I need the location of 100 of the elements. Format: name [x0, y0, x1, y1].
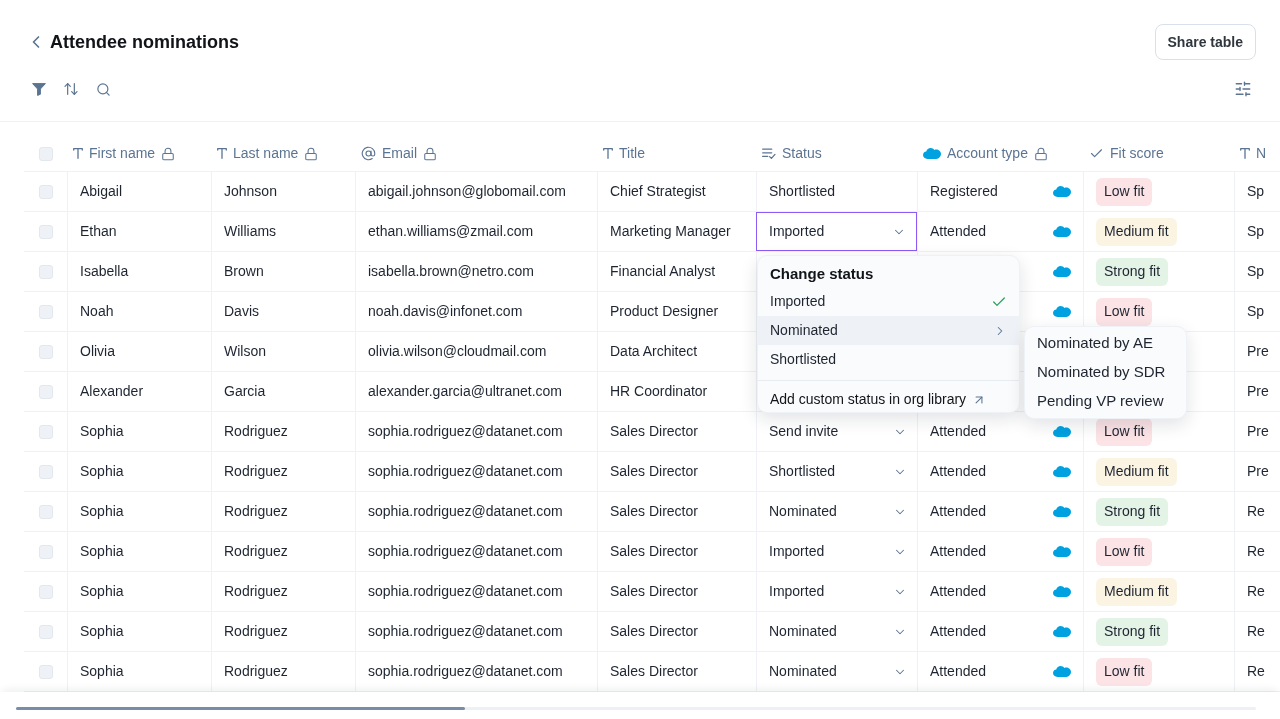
fit-score-tag: Low fit: [1096, 177, 1153, 206]
sliders-icon: [1234, 80, 1252, 98]
search-icon: [95, 81, 111, 97]
table-cell: Sophia: [67, 492, 211, 531]
cell-text: Attended: [930, 622, 987, 641]
search-button[interactable]: [94, 80, 112, 98]
table-cell: ethan.williams@zmail.com: [355, 212, 597, 251]
table-cell: Sales Director: [597, 532, 756, 571]
page-title: Attendee nominations: [50, 30, 239, 54]
table-cell: Pre: [1234, 412, 1280, 451]
row-checkbox[interactable]: [38, 464, 53, 479]
filter-button[interactable]: [30, 80, 48, 98]
row-checkbox[interactable]: [38, 584, 53, 599]
column-header[interactable]: First name: [89, 143, 156, 164]
table-cell: isabella.brown@netro.com: [355, 252, 597, 291]
status-select[interactable]: Nominated: [757, 612, 917, 651]
table-cell: Product Designer: [597, 292, 756, 331]
text-type-icon: [603, 148, 613, 159]
row-checkbox[interactable]: [38, 424, 53, 439]
column-header[interactable]: Status: [782, 143, 822, 164]
column-header[interactable]: N: [1256, 143, 1267, 164]
status-select[interactable]: Nominated: [757, 492, 917, 531]
submenu-item[interactable]: Nominated by AE: [1025, 329, 1186, 358]
table-cell: Financial Analyst: [597, 252, 756, 291]
row-checkbox[interactable]: [38, 504, 53, 519]
select-all-checkbox[interactable]: [38, 146, 53, 161]
table-cell: Sales Director: [597, 452, 756, 491]
table-cell: Wilson: [211, 332, 355, 371]
table-cell: Sales Director: [597, 612, 756, 651]
column-header[interactable]: Title: [619, 143, 645, 164]
status-select[interactable]: Imported: [757, 532, 917, 571]
row-checkbox[interactable]: [38, 224, 53, 239]
fit-score-tag: Medium fit: [1096, 577, 1177, 606]
table-cell: Rodriguez: [211, 412, 355, 451]
table-cell: Rodriguez: [211, 492, 355, 531]
table-cell: Abigail: [67, 172, 211, 211]
scrollbar-thumb[interactable]: [16, 707, 465, 710]
status-select[interactable]: Send invite: [757, 412, 917, 451]
menu-item[interactable]: Nominated: [758, 316, 1019, 345]
add-custom-status-link[interactable]: Add custom status in org library: [758, 387, 1019, 412]
table-cell: sophia.rodriguez@datanet.com: [355, 492, 597, 531]
status-select[interactable]: Shortlisted: [757, 452, 917, 491]
row-checkbox[interactable]: [38, 184, 53, 199]
table-cell: Pre: [1234, 452, 1280, 491]
table-cell: Rodriguez: [211, 612, 355, 651]
table-cell: Isabella: [67, 252, 211, 291]
table-cell: Ethan: [67, 212, 211, 251]
table-cell: Pre: [1234, 372, 1280, 411]
table-cell: Olivia: [67, 332, 211, 371]
column-header[interactable]: Fit score: [1110, 143, 1164, 164]
fit-score-tag: Low fit: [1096, 297, 1153, 326]
column-header[interactable]: Account type: [947, 143, 1028, 164]
table-cell: Rodriguez: [211, 572, 355, 611]
row-checkbox[interactable]: [38, 264, 53, 279]
sort-button[interactable]: [62, 80, 80, 98]
table-cell: Sp: [1234, 172, 1280, 211]
table-cell: sophia.rodriguez@datanet.com: [355, 572, 597, 611]
table-cell: abigail.johnson@globomail.com: [355, 172, 597, 211]
row-checkbox[interactable]: [38, 544, 53, 559]
row-checkbox[interactable]: [38, 664, 53, 679]
row-checkbox[interactable]: [38, 384, 53, 399]
view-settings-button[interactable]: [1234, 80, 1252, 98]
status-select[interactable]: Imported: [756, 212, 917, 251]
table-cell: HR Coordinator: [597, 372, 756, 411]
fit-score-tag: Medium fit: [1096, 217, 1177, 246]
table-cell: Pre: [1234, 332, 1280, 371]
filter-icon: [32, 82, 46, 96]
table-cell: Data Architect: [597, 332, 756, 371]
submenu-item[interactable]: Pending VP review: [1025, 387, 1186, 416]
table-cell: Rodriguez: [211, 532, 355, 571]
share-table-button[interactable]: Share table: [1154, 24, 1256, 60]
cell-text: Attended: [930, 462, 987, 481]
table-cell: Sales Director: [597, 412, 756, 451]
menu-title: Change status: [769, 264, 875, 284]
table-cell: Sophia: [67, 532, 211, 571]
table-cell: noah.davis@infonet.com: [355, 292, 597, 331]
table-cell: alexander.garcia@ultranet.com: [355, 372, 597, 411]
horizontal-scrollbar[interactable]: [16, 707, 1256, 710]
menu-item[interactable]: Imported: [758, 287, 1019, 316]
column-header[interactable]: Last name: [233, 143, 299, 164]
row-checkbox[interactable]: [38, 624, 53, 639]
menu-item[interactable]: Shortlisted: [758, 345, 1019, 374]
table-cell: Noah: [67, 292, 211, 331]
status-select[interactable]: Nominated: [757, 652, 917, 691]
table-cell: sophia.rodriguez@datanet.com: [355, 452, 597, 491]
table-cell: sophia.rodriguez@datanet.com: [355, 412, 597, 451]
table-cell: Sales Director: [597, 652, 756, 691]
table-cell: Sophia: [67, 412, 211, 451]
status-select[interactable]: Imported: [757, 572, 917, 611]
table-cell: Sophia: [67, 612, 211, 651]
table-cell: Sophia: [67, 452, 211, 491]
status-select[interactable]: Shortlisted: [757, 172, 917, 211]
table-cell: Marketing Manager: [597, 212, 756, 251]
cell-text: Attended: [930, 662, 987, 681]
row-checkbox[interactable]: [38, 344, 53, 359]
submenu-item[interactable]: Nominated by SDR: [1025, 358, 1186, 387]
row-checkbox[interactable]: [38, 304, 53, 319]
column-header[interactable]: Email: [382, 143, 417, 164]
table-cell: Alexander: [67, 372, 211, 411]
table-cell: Re: [1234, 532, 1280, 571]
